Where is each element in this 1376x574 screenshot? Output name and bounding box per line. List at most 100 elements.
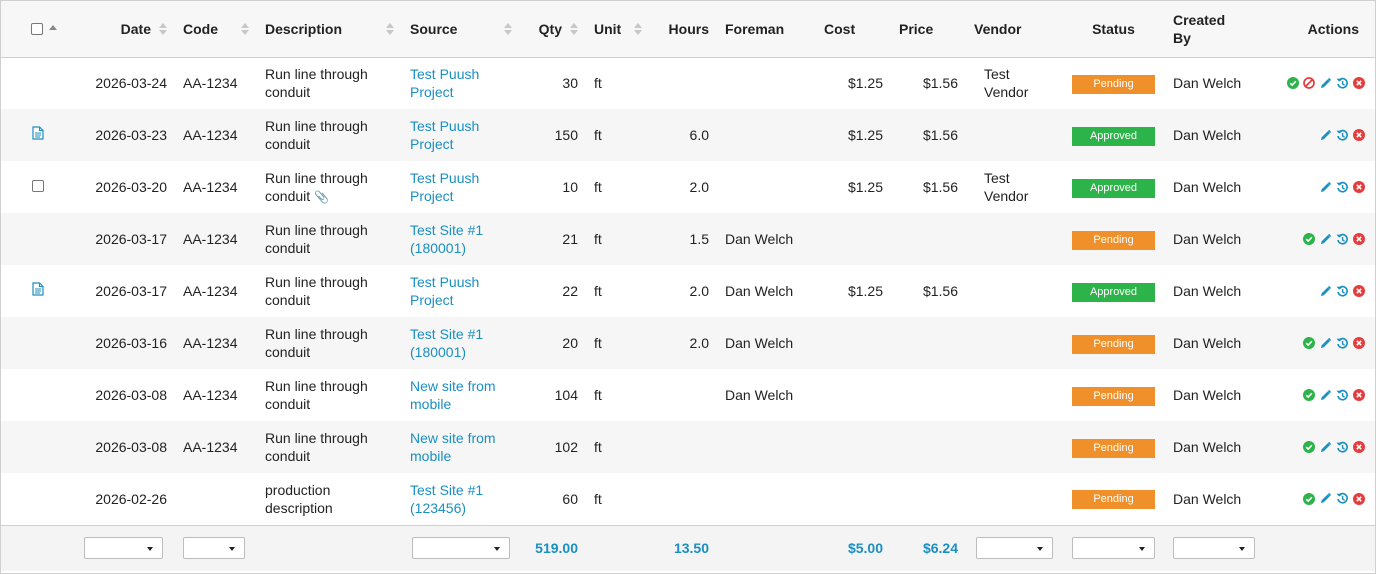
approve-icon[interactable] bbox=[1303, 492, 1315, 505]
sort-asc-icon[interactable] bbox=[49, 25, 57, 32]
vendor-filter-select[interactable] bbox=[976, 537, 1053, 560]
delete-icon[interactable] bbox=[1353, 337, 1365, 349]
source-link[interactable]: New site from mobile bbox=[402, 369, 520, 421]
document-icon[interactable] bbox=[32, 282, 44, 300]
qty-cell: 21 bbox=[520, 213, 586, 265]
history-icon[interactable] bbox=[1336, 285, 1349, 298]
header-vendor[interactable]: Vendor bbox=[966, 1, 1062, 58]
approve-icon[interactable] bbox=[1303, 233, 1315, 245]
document-icon[interactable] bbox=[32, 126, 44, 144]
table-row[interactable]: 2026-03-08 AA-1234 Run line through condui… bbox=[1, 421, 1375, 473]
header-code[interactable]: Code bbox=[175, 1, 257, 58]
source-link[interactable]: New site from mobile bbox=[402, 421, 520, 473]
source-link[interactable]: Test Site #1 (123456) bbox=[402, 473, 520, 525]
delete-icon[interactable] bbox=[1353, 492, 1365, 505]
edit-icon[interactable] bbox=[1319, 181, 1332, 194]
sort-icon[interactable] bbox=[159, 22, 167, 35]
header-unit[interactable]: Unit bbox=[586, 1, 650, 58]
header-qty[interactable]: Qty bbox=[520, 1, 586, 58]
approve-icon[interactable] bbox=[1287, 77, 1299, 90]
status-filter-select[interactable] bbox=[1072, 537, 1155, 560]
date-cell: 2026-02-26 bbox=[95, 490, 167, 507]
sort-icon[interactable] bbox=[634, 22, 642, 35]
vendor-cell bbox=[966, 369, 1062, 421]
header-source[interactable]: Source bbox=[402, 1, 520, 58]
header-created-by[interactable]: Created By bbox=[1165, 1, 1253, 58]
delete-icon[interactable] bbox=[1353, 77, 1365, 90]
price-cell: $1.56 bbox=[891, 109, 966, 161]
delete-icon[interactable] bbox=[1353, 389, 1365, 401]
approve-icon[interactable] bbox=[1303, 337, 1315, 349]
header-date[interactable]: Date bbox=[71, 1, 175, 58]
header-hours[interactable]: Hours bbox=[650, 1, 717, 58]
source-link[interactable]: Test Puush Project bbox=[402, 109, 520, 161]
source-link[interactable]: Test Site #1 (180001) bbox=[402, 317, 520, 369]
foreman-cell bbox=[717, 109, 816, 161]
table-row[interactable]: 2026-03-24 AA-1234 Run line through condui… bbox=[1, 57, 1375, 109]
hours-cell: 6.0 bbox=[650, 109, 717, 161]
sort-icon[interactable] bbox=[570, 22, 578, 35]
edit-icon[interactable] bbox=[1319, 441, 1332, 454]
edit-icon[interactable] bbox=[1319, 389, 1332, 402]
table-row[interactable]: 2026-03-16 AA-1234 Run line through condui… bbox=[1, 317, 1375, 369]
approve-icon[interactable] bbox=[1303, 389, 1315, 401]
table-row[interactable]: 2026-03-23 AA-1234 Run line through condui… bbox=[1, 109, 1375, 161]
history-icon[interactable] bbox=[1336, 389, 1349, 402]
date-cell: 2026-03-16 bbox=[71, 317, 175, 369]
history-icon[interactable] bbox=[1336, 129, 1349, 142]
header-price-label: Price bbox=[899, 20, 934, 37]
header-description[interactable]: Description bbox=[257, 1, 402, 58]
date-filter-select[interactable] bbox=[84, 537, 163, 560]
source-link[interactable]: Test Puush Project bbox=[402, 57, 520, 109]
header-cost[interactable]: Cost bbox=[816, 1, 891, 58]
table-row[interactable]: 2026-02-26 production description Test Sit… bbox=[1, 473, 1375, 525]
edit-icon[interactable] bbox=[1319, 492, 1332, 505]
reject-icon[interactable] bbox=[1303, 77, 1315, 90]
description-cell: Run line through conduit bbox=[257, 109, 402, 161]
edit-icon[interactable] bbox=[1319, 129, 1332, 142]
history-icon[interactable] bbox=[1336, 492, 1349, 505]
delete-icon[interactable] bbox=[1353, 441, 1365, 453]
unit-cell: ft bbox=[586, 317, 650, 369]
sort-icon[interactable] bbox=[504, 22, 512, 35]
source-filter-select[interactable] bbox=[412, 537, 510, 560]
row-select-checkbox[interactable] bbox=[32, 180, 44, 192]
table-row[interactable]: 2026-03-20 AA-1234 Run line through condui… bbox=[1, 161, 1375, 213]
delete-icon[interactable] bbox=[1353, 285, 1365, 297]
vendor-cell: Test Vendor bbox=[984, 66, 1029, 101]
edit-icon[interactable] bbox=[1319, 285, 1332, 298]
code-cell: AA-1234 bbox=[183, 179, 238, 195]
header-status[interactable]: Status bbox=[1062, 1, 1165, 58]
attachment-icon[interactable]: 📎 bbox=[314, 190, 329, 204]
edit-icon[interactable] bbox=[1319, 337, 1332, 350]
totals-filter-row: 519.00 13.50 $5.00 $6.24 bbox=[1, 524, 1375, 571]
edit-icon[interactable] bbox=[1319, 233, 1332, 246]
source-link[interactable]: Test Site #1 (180001) bbox=[402, 213, 520, 265]
vendor-cell bbox=[966, 213, 1062, 265]
history-icon[interactable] bbox=[1336, 441, 1349, 454]
code-filter-select[interactable] bbox=[183, 537, 245, 560]
header-foreman[interactable]: Foreman bbox=[717, 1, 816, 58]
select-all-checkbox[interactable] bbox=[31, 22, 43, 35]
table-row[interactable]: 2026-03-08 AA-1234 Run line through condui… bbox=[1, 369, 1375, 421]
history-icon[interactable] bbox=[1336, 181, 1349, 194]
price-cell: $1.56 bbox=[922, 75, 958, 92]
history-icon[interactable] bbox=[1336, 233, 1349, 246]
table-row[interactable]: 2026-03-17 AA-1234 Run line through condui… bbox=[1, 213, 1375, 265]
sort-icon[interactable] bbox=[386, 22, 394, 35]
delete-icon[interactable] bbox=[1353, 181, 1365, 193]
source-link[interactable]: Test Puush Project bbox=[402, 265, 520, 317]
table-row[interactable]: 2026-03-17 AA-1234 Run line through condui… bbox=[1, 265, 1375, 317]
source-link[interactable]: Test Puush Project bbox=[402, 161, 520, 213]
delete-icon[interactable] bbox=[1353, 233, 1365, 245]
header-foreman-label: Foreman bbox=[725, 20, 785, 37]
sort-icon[interactable] bbox=[241, 22, 249, 35]
created-by-cell: Dan Welch bbox=[1165, 109, 1253, 161]
history-icon[interactable] bbox=[1336, 77, 1349, 90]
created-by-filter-select[interactable] bbox=[1173, 537, 1255, 560]
delete-icon[interactable] bbox=[1353, 129, 1365, 141]
approve-icon[interactable] bbox=[1303, 441, 1315, 453]
header-price[interactable]: Price bbox=[891, 1, 966, 58]
history-icon[interactable] bbox=[1336, 337, 1349, 350]
edit-icon[interactable] bbox=[1319, 77, 1332, 90]
